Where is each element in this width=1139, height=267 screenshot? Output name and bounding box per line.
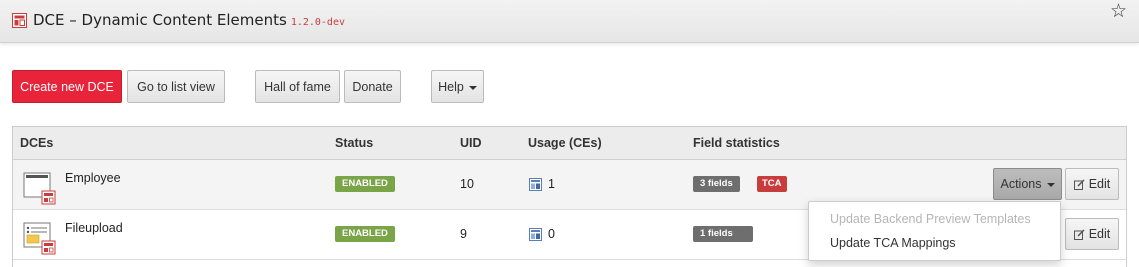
module-header: DCE – Dynamic Content Elements 1.2.0-dev … (0, 0, 1139, 43)
dce-name-link[interactable]: Fileupload (65, 221, 123, 235)
chevron-down-icon (1046, 183, 1055, 187)
status-badge: ENABLED (335, 176, 395, 192)
column-dces[interactable]: DCEs (20, 136, 53, 150)
actions-dropdown-button[interactable]: Actions (993, 168, 1062, 200)
edit-button[interactable]: Edit (1065, 168, 1119, 200)
field-count-badge: 3 fields (693, 176, 740, 192)
page-title: DCE – Dynamic Content Elements 1.2.0-dev (33, 11, 345, 29)
create-new-dce-label: Create new DCE (20, 79, 114, 94)
donate-label: Donate (352, 79, 393, 94)
tca-badge: TCA (757, 176, 787, 192)
create-new-dce-button[interactable]: Create new DCE (12, 70, 122, 103)
status-badge: ENABLED (335, 226, 395, 242)
go-to-list-view-label: Go to list view (137, 79, 215, 94)
column-status[interactable]: Status (335, 136, 373, 150)
usage-count-link[interactable]: 1 (548, 177, 555, 191)
edit-button[interactable]: Edit (1065, 218, 1119, 250)
content-element-usage-icon (529, 178, 542, 191)
uid-value: 10 (460, 177, 474, 191)
hall-of-fame-label: Hall of fame (264, 79, 331, 94)
content-element-list-icon (23, 222, 56, 255)
hall-of-fame-button[interactable]: Hall of fame (255, 70, 340, 103)
help-dropdown-button[interactable]: Help (431, 70, 484, 103)
go-to-list-view-button[interactable]: Go to list view (127, 70, 225, 103)
usage-count-link[interactable]: 0 (548, 227, 555, 241)
column-uid[interactable]: UID (460, 136, 482, 150)
edit-label: Edit (1088, 177, 1111, 191)
menu-item-update-preview-templates: Update Backend Preview Templates (830, 212, 1031, 226)
edit-icon (1073, 178, 1085, 190)
donate-button[interactable]: Donate (344, 70, 401, 103)
actions-dropdown-menu: Update Backend Preview Templates Update … (808, 201, 1061, 261)
dce-module-icon (12, 13, 27, 28)
star-outline-icon[interactable]: ☆ (1110, 2, 1127, 21)
chevron-down-icon (468, 85, 477, 90)
table-header: DCEs Status UID Usage (CEs) Field statis… (13, 127, 1126, 160)
edit-icon (1073, 228, 1085, 240)
menu-item-update-tca-mappings[interactable]: Update TCA Mappings (830, 236, 956, 250)
column-field-statistics: Field statistics (693, 136, 780, 150)
title-text: DCE – Dynamic Content Elements (33, 11, 287, 29)
dce-name-link[interactable]: Employee (65, 171, 121, 185)
edit-label: Edit (1088, 227, 1111, 241)
version-label: 1.2.0-dev (290, 17, 345, 28)
help-label: Help (438, 79, 464, 94)
column-usage[interactable]: Usage (CEs) (528, 136, 602, 150)
field-count-badge: 1 fields (693, 226, 753, 242)
uid-value: 9 (460, 227, 467, 241)
content-element-usage-icon (529, 228, 542, 241)
content-element-text-icon (23, 172, 56, 205)
actions-label: Actions (1000, 177, 1042, 191)
